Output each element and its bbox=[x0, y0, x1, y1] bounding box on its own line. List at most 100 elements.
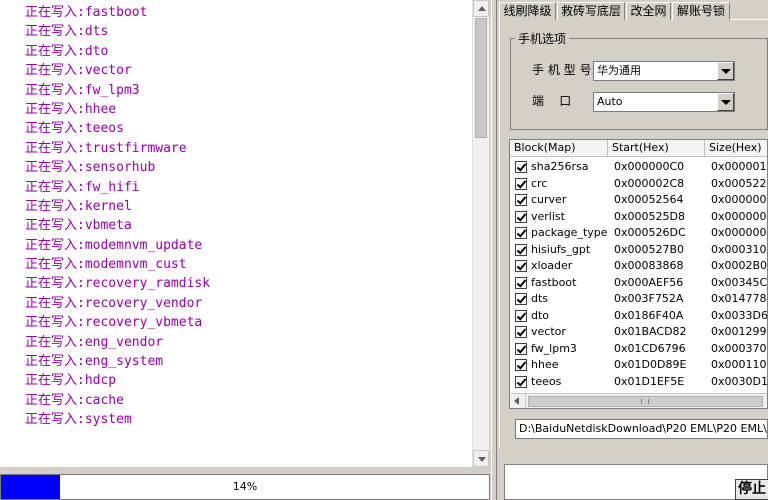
log-line: 正在写入:dts bbox=[25, 24, 109, 40]
table-row[interactable]: sha256rsa 0x000000C0 0x00000100 bbox=[510, 159, 767, 176]
partition-size: 0x0000000F bbox=[711, 226, 767, 239]
log-line: 正在写入:teeos bbox=[25, 121, 124, 137]
log-line: 正在写入:eng_system bbox=[25, 354, 164, 370]
log-line: 正在写入:kernel bbox=[25, 198, 132, 214]
partition-name: vector bbox=[531, 325, 566, 338]
tab-brick-rescue[interactable]: 救砖写底层 bbox=[557, 2, 625, 20]
partition-start: 0x01CD6796 bbox=[614, 341, 686, 355]
progress-bar: 14% bbox=[0, 474, 490, 500]
stop-button[interactable]: 停止 bbox=[735, 479, 768, 500]
table-row[interactable]: xloader 0x00083868 0x0002B000 bbox=[510, 258, 767, 275]
port-dropdown-button[interactable] bbox=[717, 93, 734, 111]
partition-size: 0x00345C80 bbox=[711, 275, 768, 289]
scroll-thumb[interactable] bbox=[528, 396, 763, 407]
table-row[interactable]: fastboot 0x000AEF56 0x00345C80 bbox=[510, 275, 768, 292]
firmware-path-field[interactable]: D:\BaiduNetdiskDownload\P20 EML\P20 EML\… bbox=[515, 419, 768, 439]
table-row[interactable]: package_type 0x000526DC 0x0000000F bbox=[510, 225, 767, 242]
partition-start: 0x01D0D89E bbox=[614, 358, 687, 371]
partition-horizontal-scrollbar[interactable] bbox=[510, 393, 767, 408]
partition-start: 0x000527B0 bbox=[614, 242, 685, 256]
log-line: 正在写入:recovery_ramdisk bbox=[25, 276, 211, 292]
table-row[interactable]: dts 0x003F752A 0x01477800 bbox=[510, 291, 767, 308]
partition-checkbox[interactable] bbox=[515, 243, 527, 256]
column-header-start[interactable]: Start(Hex) bbox=[608, 140, 705, 157]
pane-splitter[interactable] bbox=[491, 0, 497, 500]
log-pane: 正在写入:fastboot 正在写入:dts 正在写入:dto 正在写入:vector… bbox=[0, 0, 489, 467]
partition-name: package_type bbox=[531, 226, 608, 239]
table-row[interactable]: verlist 0x000525D8 0x0000009D bbox=[510, 209, 767, 226]
partition-checkbox[interactable] bbox=[515, 375, 527, 388]
partition-size: 0x0000000F bbox=[711, 193, 767, 206]
partition-checkbox[interactable] bbox=[515, 309, 527, 322]
log-line: 正在写入:vbmeta bbox=[25, 218, 132, 234]
partition-checkbox[interactable] bbox=[515, 210, 527, 223]
table-row[interactable]: curver 0x00052564 0x0000000F bbox=[510, 192, 767, 209]
model-dropdown-button[interactable] bbox=[717, 62, 734, 80]
table-row[interactable]: hhee 0x01D0D89E 0x00011040 bbox=[510, 357, 767, 374]
log-line: 正在写入:trustfirmware bbox=[25, 140, 187, 156]
log-line: 正在写入:vector bbox=[25, 63, 132, 79]
progress-label: 14% bbox=[232, 480, 258, 493]
scroll-thumb[interactable] bbox=[475, 18, 487, 138]
column-header-size[interactable]: Size(Hex) bbox=[705, 140, 767, 157]
partition-checkbox[interactable] bbox=[515, 276, 527, 289]
port-select[interactable]: Auto bbox=[593, 92, 735, 112]
partition-name: fw_lpm3 bbox=[531, 341, 577, 355]
log-line: 正在写入:recovery_vbmeta bbox=[25, 315, 203, 331]
phone-options-group bbox=[510, 38, 768, 130]
chevron-down-icon bbox=[721, 100, 731, 105]
partition-name: xloader bbox=[531, 259, 573, 272]
log-vertical-scrollbar[interactable] bbox=[472, 0, 489, 467]
tab-account-unlock[interactable]: 解账号锁 bbox=[672, 2, 730, 20]
partition-name: curver bbox=[531, 193, 567, 206]
group-title: 手机选项 bbox=[515, 30, 570, 47]
log-line: 正在写入:fastboot bbox=[25, 5, 148, 20]
partition-name: sha256rsa bbox=[531, 160, 589, 173]
partition-size: 0x0030D100 bbox=[711, 374, 768, 388]
table-row[interactable]: vector 0x01BACD82 0x00129940 bbox=[510, 324, 767, 341]
model-label: 手 机 型 号: bbox=[532, 63, 596, 77]
log-line: 正在写入:system bbox=[25, 412, 132, 428]
arrow-up-icon bbox=[478, 6, 486, 11]
partition-checkbox[interactable] bbox=[515, 177, 527, 190]
partition-name: hisiufs_gpt bbox=[531, 242, 591, 256]
partition-start: 0x0186F40A bbox=[614, 308, 684, 322]
log-lines: 正在写入:fastboot 正在写入:dts 正在写入:dto 正在写入:vector… bbox=[25, 3, 465, 430]
grip-icon bbox=[641, 399, 649, 404]
partition-checkbox[interactable] bbox=[515, 293, 527, 305]
partition-checkbox[interactable] bbox=[515, 359, 527, 371]
column-header-block[interactable]: Block(Map) bbox=[510, 140, 608, 157]
table-row[interactable]: fw_lpm3 0x01CD6796 0x00037080 bbox=[510, 341, 767, 358]
partition-start: 0x01D1EF5E bbox=[614, 374, 685, 388]
partition-start: 0x000525D8 bbox=[614, 209, 685, 223]
log-line: 正在写入:eng_vendor bbox=[25, 334, 164, 350]
model-select[interactable]: 华为通用 bbox=[593, 61, 735, 81]
partition-checkbox[interactable] bbox=[515, 161, 527, 173]
firmware-path-value: D:\BaiduNetdiskDownload\P20 EML\P20 EML\… bbox=[519, 422, 768, 435]
partition-checkbox[interactable] bbox=[515, 326, 527, 338]
partition-size: 0x00129940 bbox=[711, 325, 767, 338]
table-row[interactable]: crc 0x000002C8 0x00052238 bbox=[510, 176, 767, 193]
partition-size: 0x00000100 bbox=[711, 160, 767, 173]
partition-size: 0x0000009D bbox=[711, 209, 767, 223]
partition-checkbox[interactable] bbox=[515, 260, 527, 272]
tab-strip: 线刷降级 救砖写底层 改全网 解账号锁 bbox=[499, 2, 768, 20]
partition-checkbox[interactable] bbox=[515, 227, 527, 239]
partition-start: 0x000AEF56 bbox=[614, 275, 684, 289]
tab-flash-downgrade[interactable]: 线刷降级 bbox=[499, 2, 556, 20]
scroll-up-button[interactable] bbox=[473, 0, 489, 17]
partition-checkbox[interactable] bbox=[515, 342, 527, 355]
partition-list[interactable]: Block(Map) Start(Hex) Size(Hex) sha256rs… bbox=[509, 139, 768, 409]
partition-start: 0x000000C0 bbox=[614, 160, 685, 173]
port-label: 端 口 bbox=[532, 94, 572, 108]
tab-full-network[interactable]: 改全网 bbox=[626, 2, 671, 20]
partition-checkbox[interactable] bbox=[515, 194, 527, 206]
table-row[interactable]: dto 0x0186F40A 0x0033D6C0 bbox=[510, 308, 767, 325]
scroll-left-button[interactable] bbox=[510, 394, 526, 408]
chevron-down-icon bbox=[721, 69, 731, 74]
partition-start: 0x000526DC bbox=[614, 226, 686, 239]
model-value: 华为通用 bbox=[597, 64, 641, 77]
table-row[interactable]: teeos 0x01D1EF5E 0x0030D100 bbox=[510, 374, 768, 391]
table-row[interactable]: hisiufs_gpt 0x000527B0 0x00031000 bbox=[510, 242, 767, 259]
scroll-down-button[interactable] bbox=[473, 450, 489, 467]
